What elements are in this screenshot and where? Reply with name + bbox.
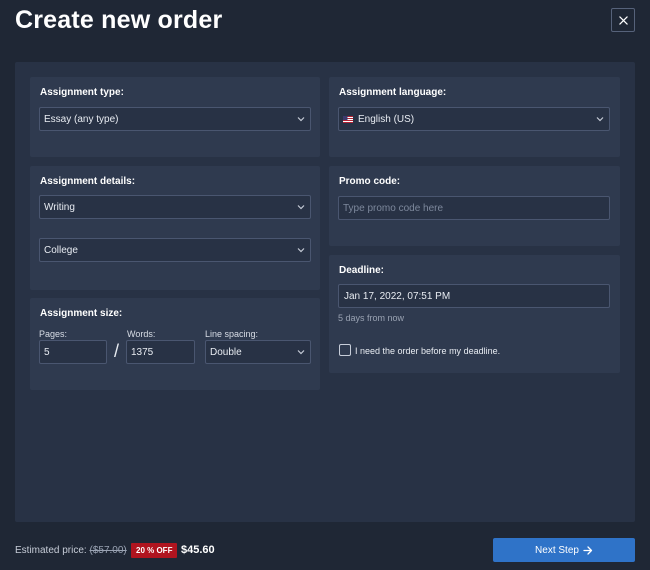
chevron-down-icon (596, 117, 604, 122)
old-price: ($57.00) (89, 545, 127, 556)
page-title: Create new order (15, 6, 223, 34)
assignment-size-title: Assignment size: (40, 308, 123, 319)
order-form: Assignment type: Essay (any type) Assign… (15, 62, 635, 522)
promo-code-placeholder: Type promo code here (343, 202, 444, 214)
deadline-title: Deadline: (339, 265, 385, 276)
pages-input[interactable]: 5 (39, 340, 107, 364)
chevron-down-icon (297, 350, 305, 355)
promo-code-title: Promo code: (339, 176, 401, 187)
line-spacing-select[interactable]: Double (205, 340, 311, 364)
chevron-down-icon (297, 117, 305, 122)
promo-code-input[interactable]: Type promo code here (338, 196, 610, 220)
assignment-details-card: Assignment details: Writing College (30, 166, 320, 290)
estimated-price: Estimated price: ($57.00) (15, 545, 127, 556)
pages-words-separator: / (114, 341, 120, 361)
line-spacing-label: Line spacing: (205, 329, 259, 339)
assignment-language-card: Assignment language: English (US) (329, 77, 620, 157)
assignment-language-value: English (US) (358, 113, 415, 125)
pages-label: Pages: (39, 329, 68, 339)
next-step-button[interactable]: Next Step (493, 538, 635, 562)
deadline-value: Jan 17, 2022, 07:51 PM (344, 290, 451, 302)
close-button[interactable] (611, 8, 635, 32)
close-icon (618, 15, 628, 25)
words-value: 1375 (131, 346, 154, 358)
assignment-details-title: Assignment details: (40, 176, 136, 187)
deadline-input[interactable]: Jan 17, 2022, 07:51 PM (338, 284, 610, 308)
subject-value: Writing (44, 201, 75, 213)
assignment-type-value: Essay (any type) (44, 113, 119, 125)
new-price: $45.60 (181, 544, 215, 556)
deadline-card: Deadline: Jan 17, 2022, 07:51 PM 5 days … (329, 255, 620, 373)
pages-value: 5 (44, 346, 50, 358)
next-step-label: Next Step (535, 544, 579, 556)
chevron-down-icon (297, 248, 305, 253)
assignment-size-card: Assignment size: Pages: 5 / Words: 1375 … (30, 298, 320, 390)
early-deadline-checkbox[interactable] (339, 344, 351, 356)
assignment-type-card: Assignment type: Essay (any type) (30, 77, 320, 157)
assignment-type-select[interactable]: Essay (any type) (39, 107, 311, 131)
assignment-language-title: Assignment language: (339, 87, 447, 98)
estimated-price-label: Estimated price: (15, 545, 87, 556)
us-flag-icon (343, 115, 353, 123)
academic-level-value: College (44, 244, 78, 256)
deadline-hint: 5 days from now (338, 313, 405, 323)
subject-select[interactable]: Writing (39, 195, 311, 219)
arrow-right-icon (583, 545, 593, 555)
chevron-down-icon (297, 205, 305, 210)
early-deadline-label[interactable]: I need the order before my deadline. (355, 346, 500, 356)
words-input[interactable]: 1375 (126, 340, 195, 364)
assignment-type-title: Assignment type: (40, 87, 124, 98)
promo-code-card: Promo code: Type promo code here (329, 166, 620, 246)
academic-level-select[interactable]: College (39, 238, 311, 262)
assignment-language-select[interactable]: English (US) (338, 107, 610, 131)
line-spacing-value: Double (210, 346, 242, 358)
words-label: Words: (127, 329, 156, 339)
discount-badge: 20 % OFF (131, 543, 178, 558)
